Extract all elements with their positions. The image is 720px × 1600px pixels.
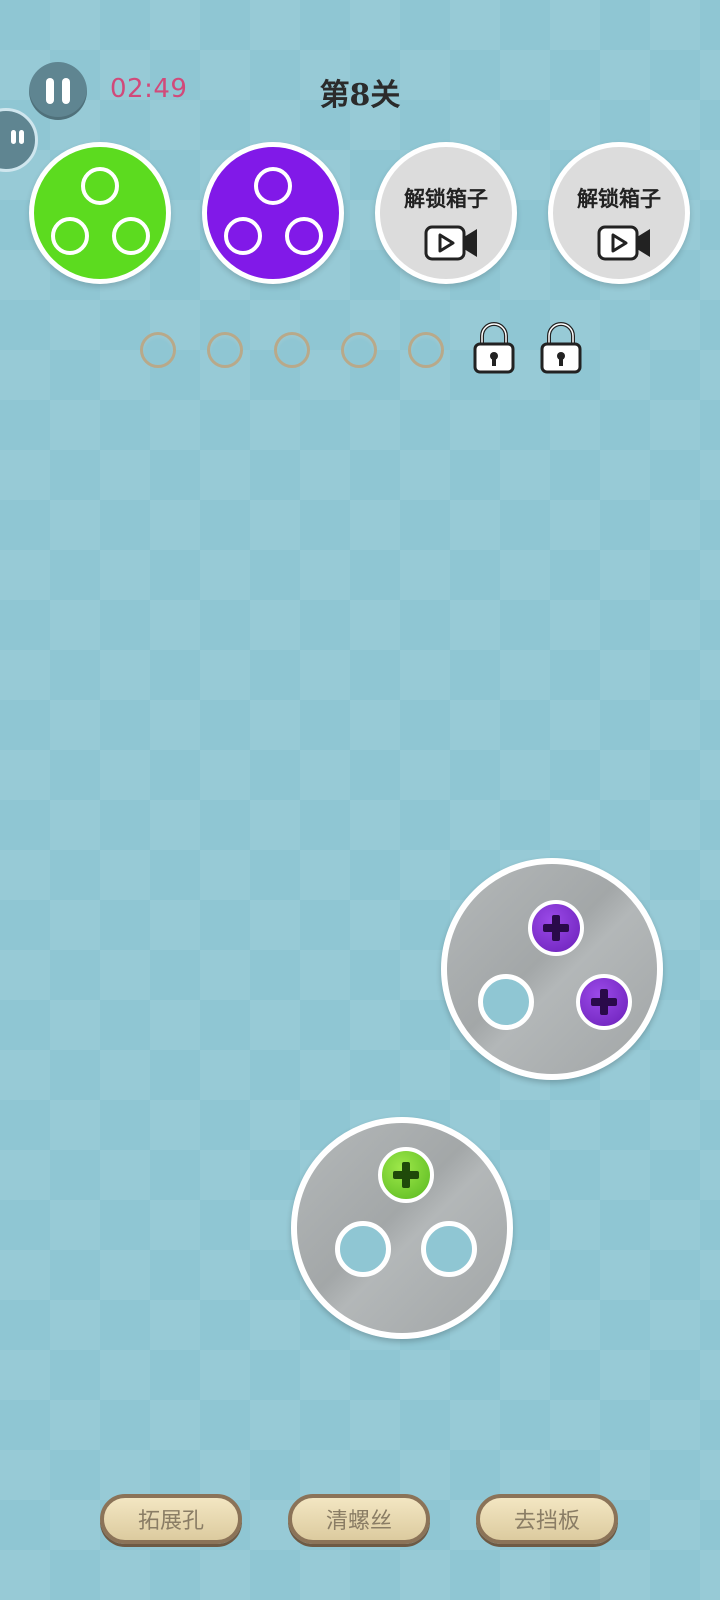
box-hole — [81, 167, 119, 205]
plate[interactable] — [291, 1117, 513, 1339]
screw-purple[interactable] — [528, 900, 584, 956]
eye-icon — [19, 130, 24, 144]
timer: 02:49 — [110, 74, 188, 104]
video-icon — [424, 225, 477, 261]
box-hole — [254, 167, 292, 205]
plate[interactable] — [441, 858, 663, 1080]
holding-slot[interactable] — [408, 332, 444, 368]
holding-slot[interactable] — [140, 332, 176, 368]
screw-purple[interactable] — [576, 974, 632, 1030]
pause-button[interactable] — [29, 62, 87, 120]
unlock-box-label: 解锁箱子 — [404, 186, 488, 211]
box-hole — [285, 217, 323, 255]
level-title: 第8关 — [319, 78, 401, 113]
unlock-box-button[interactable]: 解锁箱子 — [548, 142, 690, 284]
empty-hole[interactable] — [421, 1221, 477, 1277]
lock-icon[interactable] — [538, 320, 584, 374]
cross-screw-icon — [543, 915, 569, 941]
remove-board-button[interactable]: 去挡板 — [476, 1494, 618, 1544]
lock-icon[interactable] — [471, 320, 517, 374]
video-icon — [597, 225, 650, 261]
screw-green[interactable] — [378, 1147, 434, 1203]
eye-icon — [11, 130, 16, 144]
unlock-box-button[interactable]: 解锁箱子 — [375, 142, 517, 284]
holding-slot[interactable] — [274, 332, 310, 368]
expand-hole-button[interactable]: 拓展孔 — [100, 1494, 242, 1544]
box-hole — [112, 217, 150, 255]
box-purple[interactable] — [202, 142, 344, 284]
cross-screw-icon — [591, 989, 617, 1015]
holding-slot[interactable] — [341, 332, 377, 368]
cross-screw-icon — [393, 1162, 419, 1188]
empty-hole[interactable] — [335, 1221, 391, 1277]
holding-slot[interactable] — [207, 332, 243, 368]
empty-hole[interactable] — [478, 974, 534, 1030]
unlock-box-label: 解锁箱子 — [577, 186, 661, 211]
box-green[interactable] — [29, 142, 171, 284]
side-menu-tab[interactable] — [0, 108, 38, 172]
box-hole — [224, 217, 262, 255]
box-hole — [51, 217, 89, 255]
clear-screw-button[interactable]: 清螺丝 — [288, 1494, 430, 1544]
pause-icon — [46, 78, 54, 104]
